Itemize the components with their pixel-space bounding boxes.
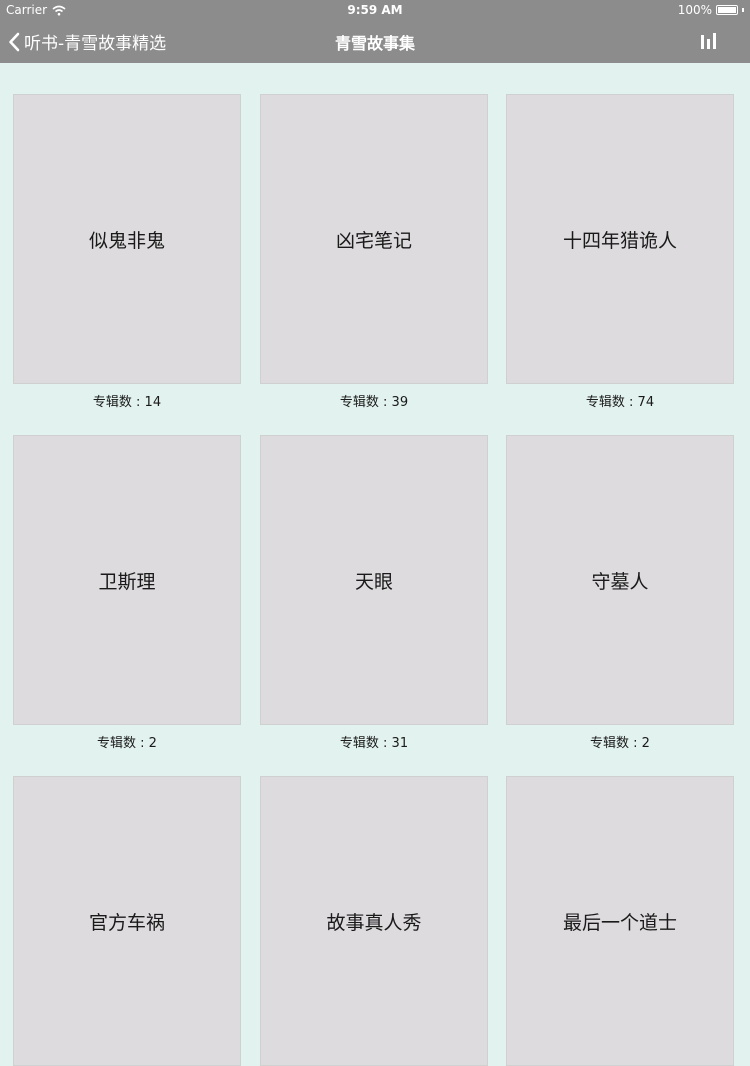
album-title: 天眼 (354, 570, 393, 593)
album-cover[interactable]: 官方车祸 (13, 776, 241, 1066)
album-grid: 似鬼非鬼 专辑数 : 14 凶宅笔记 专辑数 : 39 十四年猎诡人 专辑数 :… (0, 63, 750, 1066)
battery-percent: 100% (677, 3, 712, 17)
album-title: 最后一个道士 (562, 911, 677, 934)
album-count: 专辑数 : 2 (590, 736, 650, 751)
album-title: 守墓人 (591, 570, 649, 593)
album-title: 凶宅笔记 (335, 229, 412, 252)
album-cover[interactable]: 故事真人秀 (260, 776, 488, 1066)
navigation-bar: 听书-青雪故事精选 青雪故事集 (0, 20, 750, 63)
album-count: 专辑数 : 31 (339, 736, 409, 751)
album-count: 专辑数 : 74 (585, 395, 655, 410)
album-card[interactable]: 最后一个道士 (506, 776, 734, 1066)
album-card[interactable]: 天眼 专辑数 : 31 (260, 435, 488, 751)
chevron-left-icon (9, 32, 20, 51)
album-cover[interactable]: 似鬼非鬼 (13, 94, 241, 384)
album-cover[interactable]: 守墓人 (506, 435, 734, 725)
album-card[interactable]: 十四年猎诡人 专辑数 : 74 (506, 94, 734, 410)
album-card[interactable]: 官方车祸 (13, 776, 241, 1066)
album-title: 故事真人秀 (326, 911, 422, 934)
album-count: 专辑数 : 39 (339, 395, 409, 410)
battery-icon (716, 5, 738, 15)
album-cover[interactable]: 天眼 (260, 435, 488, 725)
album-title: 卫斯理 (98, 570, 156, 593)
album-card[interactable]: 卫斯理 专辑数 : 2 (13, 435, 241, 751)
album-cover[interactable]: 十四年猎诡人 (506, 94, 734, 384)
bar-chart-icon[interactable] (700, 32, 718, 50)
album-card[interactable]: 故事真人秀 (260, 776, 488, 1066)
album-title: 官方车祸 (88, 911, 165, 934)
status-bar: Carrier 9:59 AM 100% (0, 0, 750, 20)
album-count: 专辑数 : 2 (97, 736, 157, 751)
album-title: 似鬼非鬼 (88, 229, 165, 252)
album-title: 十四年猎诡人 (562, 229, 677, 252)
album-cover[interactable]: 凶宅笔记 (260, 94, 488, 384)
album-card[interactable]: 凶宅笔记 专辑数 : 39 (260, 94, 488, 410)
album-card[interactable]: 守墓人 专辑数 : 2 (506, 435, 734, 751)
album-card[interactable]: 似鬼非鬼 专辑数 : 14 (13, 94, 241, 410)
album-cover[interactable]: 卫斯理 (13, 435, 241, 725)
back-label: 听书-青雪故事精选 (24, 34, 167, 54)
status-time: 9:59 AM (347, 3, 403, 17)
battery-tip (742, 8, 744, 12)
album-count: 专辑数 : 14 (92, 395, 162, 410)
back-button[interactable]: 听书-青雪故事精选 (8, 20, 166, 63)
battery-status: 100% (678, 3, 744, 17)
album-cover[interactable]: 最后一个道士 (506, 776, 734, 1066)
